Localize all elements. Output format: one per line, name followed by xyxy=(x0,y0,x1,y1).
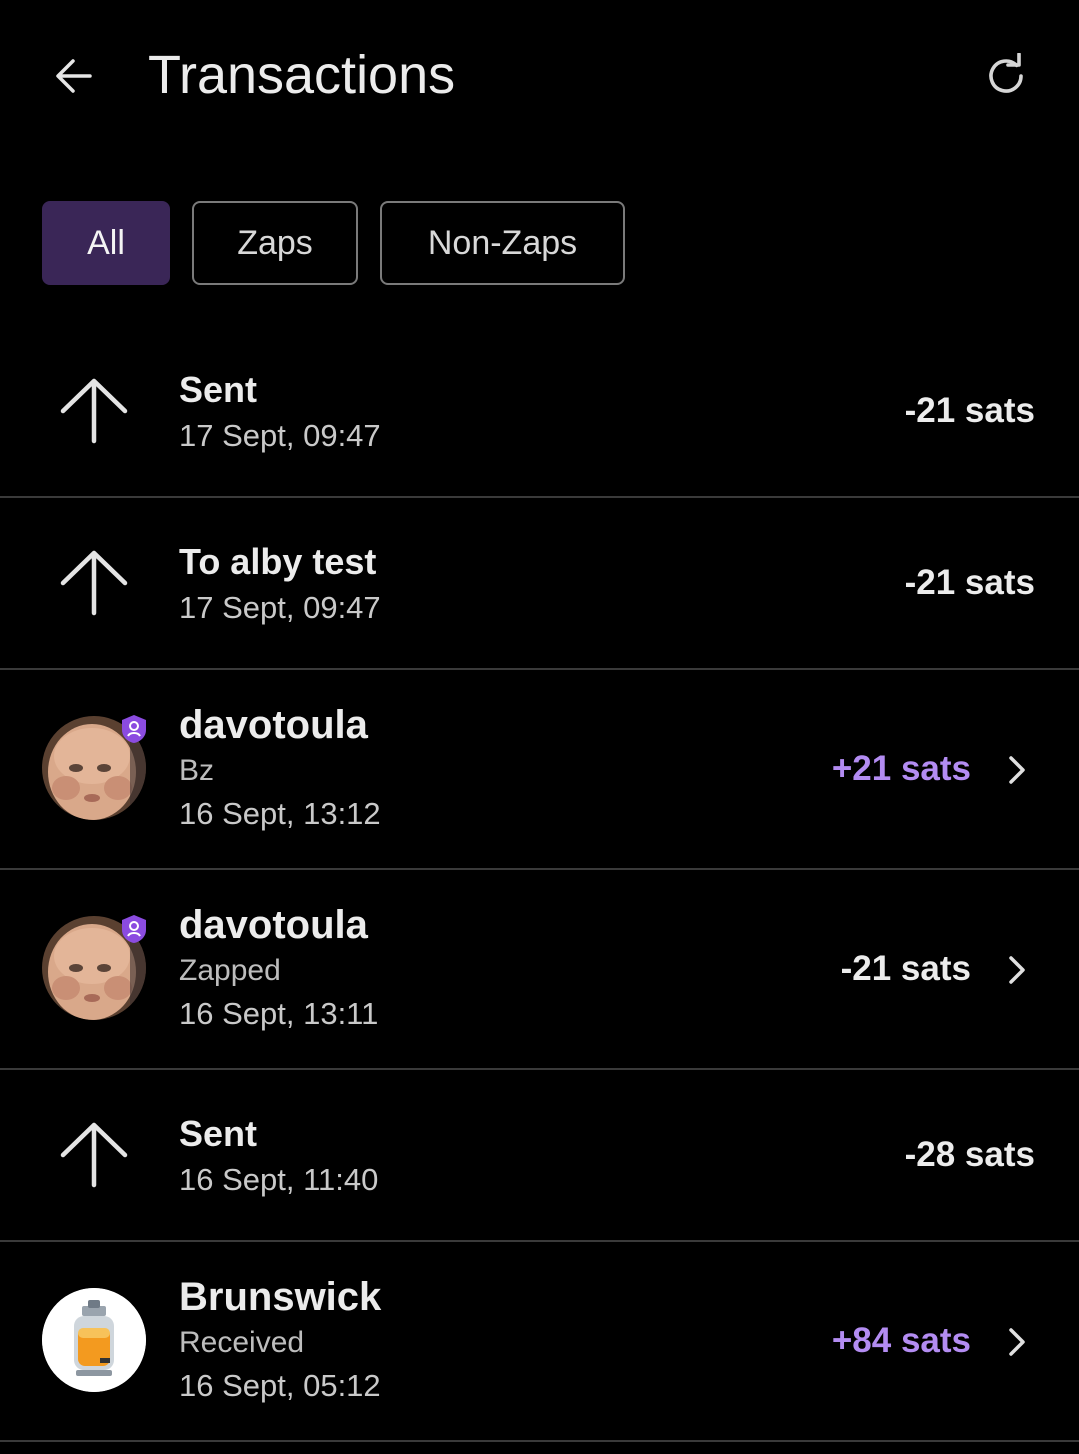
transaction-title: davotoula xyxy=(179,703,368,747)
transaction-date: 17 Sept, 09:47 xyxy=(179,590,381,625)
arrow-up-icon xyxy=(60,378,128,444)
chevron-right-icon xyxy=(1009,956,1025,984)
transaction-amount: -21 sats xyxy=(840,949,971,988)
transaction-title: Sent xyxy=(179,369,258,410)
transaction-date: 16 Sept, 13:11 xyxy=(179,996,379,1031)
gas-canister-avatar-icon xyxy=(42,1288,146,1392)
transaction-texts: davotoula Zapped 16 Sept, 13:11 xyxy=(179,900,378,1036)
page-title: Transactions xyxy=(148,45,456,105)
transaction-icon[interactable] xyxy=(42,715,146,820)
transaction-texts: Brunswick Received 16 Sept, 05:12 xyxy=(179,1272,381,1408)
arrow-up-icon xyxy=(60,1122,128,1188)
transaction-row[interactable]: To alby test 17 Sept, 09:47 -21 sats xyxy=(0,498,1079,670)
transaction-texts: davotoula Bz 16 Sept, 13:12 xyxy=(179,700,381,836)
transaction-texts: To alby test 17 Sept, 09:47 xyxy=(179,538,381,630)
chevron-right-icon xyxy=(1009,1328,1025,1356)
chevron-right-icon xyxy=(1009,756,1025,784)
arrow-left-icon xyxy=(56,59,92,93)
filter-chips: All Zaps Non-Zaps xyxy=(42,201,625,285)
transaction-icon xyxy=(42,358,146,462)
transaction-subtitle: Bz xyxy=(179,754,215,787)
refresh-icon xyxy=(989,53,1023,93)
transaction-title: Sent xyxy=(179,1113,258,1154)
transaction-amount: +21 sats xyxy=(831,749,971,788)
arrow-up-icon xyxy=(60,550,128,616)
transaction-icon[interactable] xyxy=(42,915,146,1020)
transaction-amount: -21 sats xyxy=(904,563,1035,602)
top-app-bar: Transactions xyxy=(0,0,1079,150)
transaction-amount: +84 sats xyxy=(831,1321,971,1360)
transaction-subtitle: Zapped xyxy=(179,954,281,987)
transaction-icon xyxy=(42,530,146,634)
transaction-icon xyxy=(42,1102,146,1206)
transaction-title: To alby test xyxy=(179,541,377,582)
transaction-amount: -21 sats xyxy=(904,391,1035,430)
verified-badge-icon xyxy=(122,915,146,943)
transaction-date: 16 Sept, 05:12 xyxy=(179,1368,381,1403)
refresh-button[interactable] xyxy=(978,48,1034,104)
transaction-row[interactable]: davotoula Bz 16 Sept, 13:12 +21 sats xyxy=(0,670,1079,870)
transaction-list: Sent 17 Sept, 09:47 -21 sats To alby tes… xyxy=(0,326,1079,1442)
avatar[interactable] xyxy=(42,1288,146,1392)
transaction-row[interactable]: Sent 17 Sept, 09:47 -21 sats xyxy=(0,326,1079,498)
transaction-row[interactable]: Sent 16 Sept, 11:40 -28 sats xyxy=(0,1070,1079,1242)
transaction-row[interactable]: Brunswick Received 16 Sept, 05:12 +84 sa… xyxy=(0,1242,1079,1442)
transaction-row[interactable]: davotoula Zapped 16 Sept, 13:11 -21 sats xyxy=(0,870,1079,1070)
transaction-date: 16 Sept, 13:12 xyxy=(179,796,381,831)
back-button[interactable] xyxy=(46,48,102,104)
transaction-icon[interactable] xyxy=(42,1288,146,1392)
transaction-amount: -28 sats xyxy=(904,1135,1035,1174)
verified-badge-icon xyxy=(122,715,146,743)
transaction-texts: Sent 17 Sept, 09:47 xyxy=(179,366,381,458)
transaction-title: davotoula xyxy=(179,903,368,947)
filter-chip-non-zaps[interactable]: Non-Zaps xyxy=(380,201,625,285)
transaction-date: 16 Sept, 11:40 xyxy=(179,1162,379,1197)
transaction-title: Brunswick xyxy=(179,1275,382,1319)
filter-chip-all[interactable]: All xyxy=(42,201,170,285)
transaction-texts: Sent 16 Sept, 11:40 xyxy=(179,1110,378,1202)
transaction-subtitle: Received xyxy=(179,1326,305,1359)
transaction-date: 17 Sept, 09:47 xyxy=(179,418,381,453)
filter-chip-zaps[interactable]: Zaps xyxy=(192,201,358,285)
